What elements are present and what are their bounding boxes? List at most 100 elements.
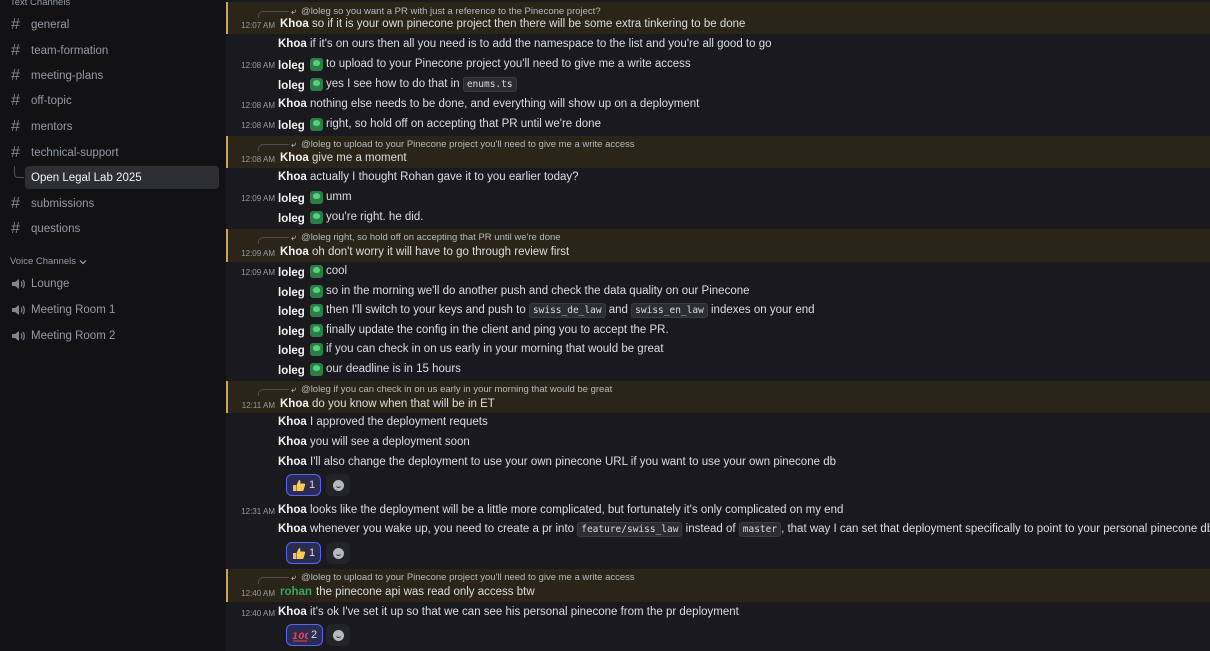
smiley-icon bbox=[332, 547, 344, 559]
author-loleg[interactable]: loleg bbox=[278, 343, 323, 357]
channel-meeting-plans[interactable]: # meeting-plans bbox=[6, 64, 219, 87]
message-reply[interactable]: ⤶ @loleg right, so hold off on accepting … bbox=[226, 229, 1210, 262]
message[interactable]: Khoa I'll also change the deployment to … bbox=[226, 453, 1210, 499]
author-name[interactable]: rohan bbox=[280, 586, 312, 598]
author-loleg[interactable]: loleg bbox=[278, 211, 323, 225]
chevron-down-icon bbox=[79, 259, 87, 264]
author-name[interactable]: Khoa bbox=[278, 38, 307, 50]
author-name[interactable]: Khoa bbox=[280, 18, 309, 30]
add-reaction-button[interactable] bbox=[326, 474, 350, 496]
add-reaction-button[interactable] bbox=[326, 542, 350, 564]
author-name[interactable]: Khoa bbox=[278, 606, 307, 618]
channel-name: mentors bbox=[31, 120, 73, 133]
message[interactable]: Khoa whenever you wake up, you need to c… bbox=[226, 521, 1210, 567]
message[interactable]: 12:08 AM loleg right, so hold off on acc… bbox=[226, 116, 1210, 136]
message[interactable]: Khoa actually I thought Rohan gave it to… bbox=[226, 169, 1210, 189]
author-name: loleg bbox=[278, 120, 305, 132]
author-loleg[interactable]: loleg bbox=[278, 304, 323, 318]
message[interactable]: loleg then I'll switch to your keys and … bbox=[226, 302, 1210, 322]
role-badge-icon bbox=[309, 304, 323, 317]
message[interactable]: loleg you're right. he did. bbox=[226, 209, 1210, 229]
channel-submissions[interactable]: # submissions bbox=[6, 192, 219, 215]
message[interactable]: loleg finally update the config in the c… bbox=[226, 322, 1210, 342]
message[interactable]: Khoa you will see a deployment soon bbox=[226, 434, 1210, 454]
author-name[interactable]: Khoa bbox=[278, 456, 307, 468]
reaction-thumbs-up[interactable]: 1 bbox=[286, 474, 322, 496]
hash-icon: # bbox=[11, 194, 20, 212]
add-reaction-button[interactable] bbox=[326, 624, 350, 646]
channel-name: technical-support bbox=[31, 146, 119, 159]
message-reply[interactable]: ⤶ @loleg if you can check in on us early … bbox=[226, 381, 1210, 413]
message[interactable]: Khoa I approved the deployment requets bbox=[226, 414, 1210, 434]
author-name[interactable]: Khoa bbox=[278, 523, 307, 535]
author-name: loleg bbox=[278, 345, 305, 357]
author-loleg[interactable]: loleg bbox=[278, 78, 323, 92]
author-name[interactable]: Khoa bbox=[280, 152, 309, 164]
role-badge-icon bbox=[309, 211, 323, 224]
message-reply[interactable]: ⤶ @loleg to upload to your Pinecone proje… bbox=[226, 569, 1210, 602]
role-badge-icon bbox=[309, 58, 323, 71]
message-text: actually I thought Rohan gave it to you … bbox=[310, 171, 579, 183]
channel-technical-support[interactable]: # technical-support bbox=[6, 141, 219, 164]
author-name[interactable]: Khoa bbox=[278, 171, 307, 183]
message[interactable]: 12:09 AM loleg umm bbox=[226, 189, 1210, 209]
message[interactable]: loleg yes I see how to do that in enums.… bbox=[226, 76, 1210, 96]
reply-preview[interactable]: ⤶ @loleg to upload to your Pinecone proje… bbox=[258, 570, 635, 584]
thread-open-legal-lab[interactable]: Open Legal Lab 2025 bbox=[25, 166, 219, 189]
voice-channel-meeting-room-2[interactable]: Meeting Room 2 bbox=[6, 324, 219, 347]
thumbs-up-icon bbox=[293, 547, 306, 559]
reply-preview[interactable]: ⤶ @loleg so you want a PR with just a ref… bbox=[258, 4, 601, 18]
reaction-count: 2 bbox=[311, 629, 318, 641]
author-loleg[interactable]: loleg bbox=[278, 118, 323, 132]
author-loleg[interactable]: loleg bbox=[278, 363, 323, 377]
message-reply[interactable]: ⤶ @loleg so you want a PR with just a ref… bbox=[226, 2, 1210, 34]
reply-preview[interactable]: ⤶ @loleg right, so hold off on accepting … bbox=[258, 230, 561, 244]
reaction-thumbs-up[interactable]: 1 bbox=[286, 542, 322, 564]
channel-general[interactable]: # general bbox=[6, 13, 219, 36]
text-channels-header[interactable]: Text Channels bbox=[10, 0, 70, 8]
reaction-hundred-points[interactable]: 100 2 bbox=[286, 624, 324, 646]
voice-channel-lounge[interactable]: Lounge bbox=[6, 272, 219, 295]
author-name[interactable]: Khoa bbox=[278, 436, 307, 448]
message-text: I approved the deployment requets bbox=[310, 416, 488, 428]
channel-name: submissions bbox=[31, 197, 95, 210]
message[interactable]: 12:09 AM loleg cool bbox=[226, 263, 1210, 283]
message[interactable]: loleg so in the morning we'll do another… bbox=[226, 283, 1210, 303]
channel-off-topic[interactable]: # off-topic bbox=[6, 89, 219, 112]
role-badge-icon bbox=[309, 191, 323, 204]
channel-questions[interactable]: # questions bbox=[6, 217, 219, 240]
message-reply[interactable]: ⤶ @loleg to upload to your Pinecone proje… bbox=[226, 136, 1210, 168]
author-loleg[interactable]: loleg bbox=[278, 265, 323, 279]
voice-channels-header[interactable]: Voice Channels bbox=[10, 256, 87, 267]
author-loleg[interactable]: loleg bbox=[278, 285, 323, 299]
author-name[interactable]: Khoa bbox=[278, 98, 307, 110]
message[interactable]: 12:40 AM Khoa it's ok I've set it up so … bbox=[226, 603, 1210, 649]
author-name[interactable]: Khoa bbox=[280, 398, 309, 410]
message[interactable]: loleg if you can check in on us early in… bbox=[226, 341, 1210, 361]
message[interactable]: 12:08 AM Khoa nothing else needs to be d… bbox=[226, 96, 1210, 116]
message[interactable]: Khoa if it's on ours then all you need i… bbox=[226, 36, 1210, 56]
role-badge-icon bbox=[309, 343, 323, 356]
author-name[interactable]: Khoa bbox=[278, 504, 307, 516]
author-loleg[interactable]: loleg bbox=[278, 191, 323, 205]
author-name[interactable]: Khoa bbox=[280, 246, 309, 258]
message[interactable]: 12:08 AM loleg to upload to your Pinecon… bbox=[226, 56, 1210, 76]
author-loleg[interactable]: loleg bbox=[278, 324, 323, 338]
channel-team-formation[interactable]: # team-formation bbox=[6, 39, 219, 62]
reply-arrow-icon: ⤶ bbox=[291, 571, 297, 582]
voice-channel-meeting-room-1[interactable]: Meeting Room 1 bbox=[6, 298, 219, 321]
reply-arrow-icon: ⤶ bbox=[291, 5, 297, 16]
reply-preview[interactable]: ⤶ @loleg to upload to your Pinecone proje… bbox=[258, 137, 635, 151]
author-name[interactable]: Khoa bbox=[278, 416, 307, 428]
inline-code: master bbox=[738, 522, 782, 537]
channel-sidebar: Text Channels # general # team-formation… bbox=[0, 0, 226, 651]
inline-code: swiss_de_law bbox=[528, 303, 606, 318]
role-badge-icon bbox=[309, 285, 323, 298]
message[interactable]: loleg our deadline is in 15 hours bbox=[226, 361, 1210, 381]
reply-preview[interactable]: ⤶ @loleg if you can check in on us early … bbox=[258, 382, 612, 396]
channel-mentors[interactable]: # mentors bbox=[6, 115, 219, 138]
message[interactable]: 12:31 AM Khoa looks like the deployment … bbox=[226, 501, 1210, 521]
reply-text: @loleg to upload to your Pinecone projec… bbox=[301, 138, 635, 150]
message-text: then I'll switch to your keys and push t… bbox=[326, 303, 815, 318]
author-loleg[interactable]: loleg bbox=[278, 58, 323, 72]
